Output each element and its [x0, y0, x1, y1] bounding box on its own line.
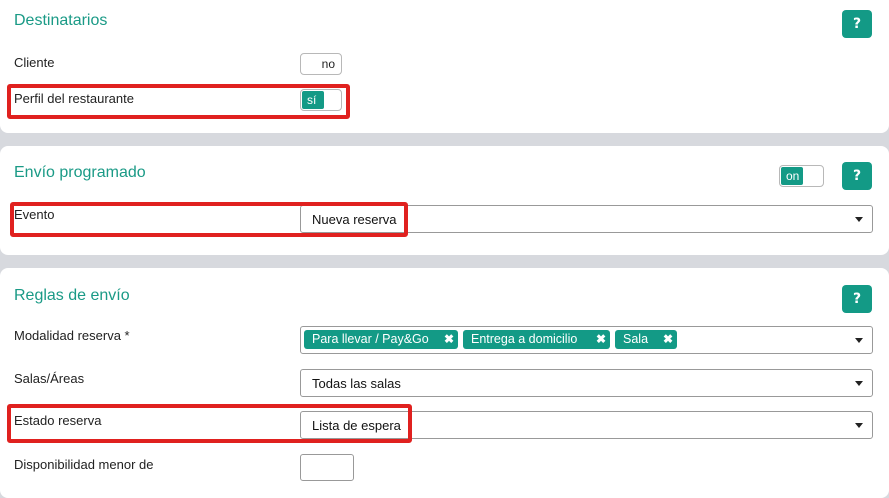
close-icon[interactable]: ✖	[663, 332, 673, 346]
client-toggle-text: no	[321, 57, 335, 71]
rooms-select[interactable]: Todas las salas	[300, 369, 873, 397]
availability-label: Disponibilidad menor de	[14, 457, 154, 472]
state-select[interactable]: Lista de espera	[300, 411, 873, 439]
event-select-value: Nueva reserva	[312, 212, 397, 227]
scheduled-toggle[interactable]: on	[779, 165, 824, 187]
restaurant-profile-label: Perfil del restaurante	[14, 91, 134, 106]
scheduled-help-button[interactable]: ?	[842, 162, 872, 190]
scheduled-card: Envío programado on ? Evento Nueva reser…	[0, 146, 889, 255]
chevron-down-icon	[855, 381, 863, 386]
recipients-card: Destinatarios ? Cliente no Perfil del re…	[0, 0, 889, 133]
restaurant-profile-toggle[interactable]: sí	[300, 89, 342, 111]
chip-delivery[interactable]: Entrega a domicilio ✖	[463, 330, 610, 349]
availability-input[interactable]	[300, 454, 354, 481]
chip-room[interactable]: Sala ✖	[615, 330, 677, 349]
recipients-title: Destinatarios	[14, 12, 108, 29]
state-label: Estado reserva	[14, 413, 102, 428]
rules-title: Reglas de envío	[14, 287, 130, 304]
rooms-select-value: Todas las salas	[312, 376, 401, 391]
close-icon[interactable]: ✖	[444, 332, 454, 346]
event-select[interactable]: Nueva reserva	[300, 205, 873, 233]
modality-label: Modalidad reserva *	[14, 328, 130, 343]
chevron-down-icon	[855, 338, 863, 343]
recipients-help-button[interactable]: ?	[842, 10, 872, 38]
event-label: Evento	[14, 207, 55, 222]
rules-help-button[interactable]: ?	[842, 285, 872, 313]
chip-takeaway-label: Para llevar / Pay&Go	[312, 332, 429, 346]
chevron-down-icon	[855, 217, 863, 222]
scheduled-title: Envío programado	[14, 164, 146, 181]
chip-delivery-label: Entrega a domicilio	[471, 332, 578, 346]
restaurant-toggle-text: sí	[307, 93, 317, 107]
client-toggle[interactable]: no	[300, 53, 342, 75]
close-icon[interactable]: ✖	[596, 332, 606, 346]
modality-multiselect[interactable]: Para llevar / Pay&Go ✖ Entrega a domicil…	[300, 326, 873, 354]
rooms-label: Salas/Áreas	[14, 371, 85, 386]
chip-room-label: Sala	[623, 332, 649, 346]
scheduled-toggle-text: on	[786, 169, 800, 183]
client-label: Cliente	[14, 55, 55, 70]
chevron-down-icon	[855, 423, 863, 428]
chip-takeaway[interactable]: Para llevar / Pay&Go ✖	[304, 330, 458, 349]
state-select-value: Lista de espera	[312, 418, 401, 433]
rules-card: Reglas de envío ? Modalidad reserva * Pa…	[0, 268, 889, 498]
